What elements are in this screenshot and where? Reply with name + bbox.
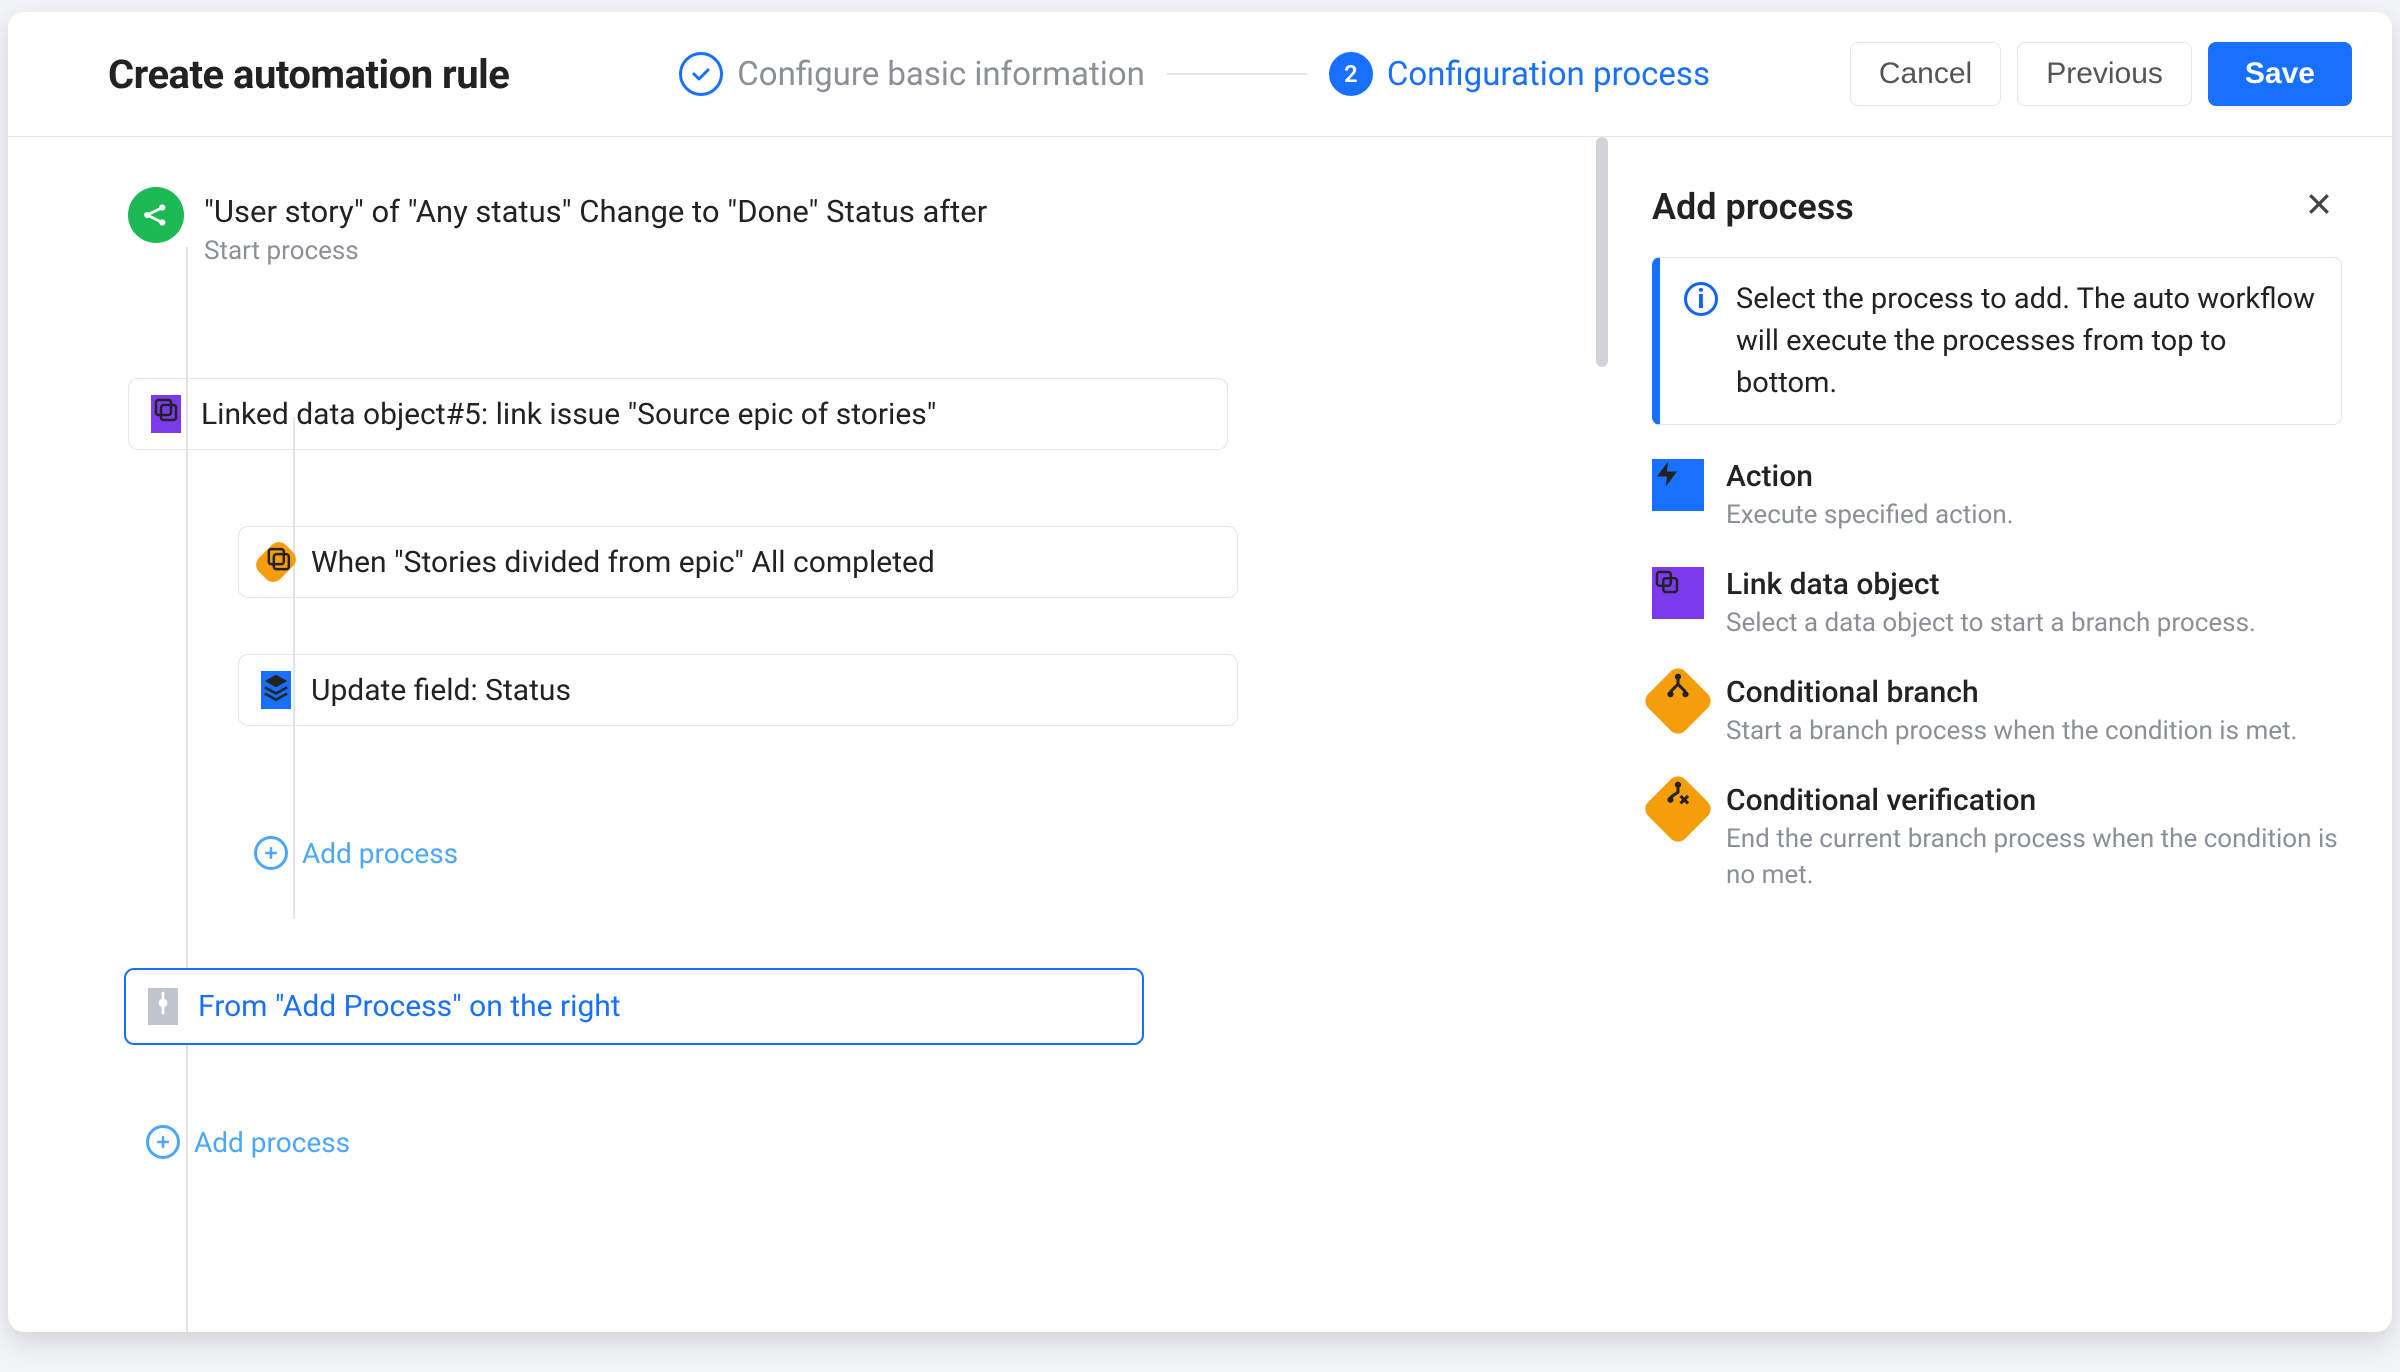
- trigger-title: "User story" of "Any status" Change to "…: [204, 193, 987, 230]
- link-object-icon: [1652, 567, 1704, 619]
- cancel-button[interactable]: Cancel: [1850, 42, 2001, 106]
- add-process-outer-button[interactable]: Add process: [146, 1125, 1552, 1159]
- step-2[interactable]: 2 Configuration process: [1329, 52, 1710, 96]
- modal-window: Create automation rule Configure basic i…: [8, 12, 2392, 1332]
- step-2-label: Configuration process: [1387, 55, 1710, 94]
- step-1[interactable]: Configure basic information: [679, 52, 1145, 96]
- new-process-label: From "Add Process" on the right: [198, 989, 621, 1024]
- option-link-desc: Select a data object to start a branch p…: [1726, 606, 2256, 641]
- update-field-label: Update field: Status: [311, 673, 571, 708]
- update-field-node[interactable]: Update field: Status: [238, 654, 1238, 726]
- option-verify-desc: End the current branch process when the …: [1726, 822, 2342, 892]
- connector-line-outer: [186, 247, 188, 1332]
- linked-data-label: Linked data object#5: link issue "Source…: [201, 397, 936, 432]
- layers-icon: [261, 671, 291, 709]
- option-conditional-branch[interactable]: Conditional branch Start a branch proces…: [1652, 675, 2342, 749]
- plus-circle-icon: [146, 1125, 180, 1159]
- option-branch-desc: Start a branch process when the conditio…: [1726, 714, 2297, 749]
- placeholder-icon: [148, 988, 178, 1025]
- header-bar: Create automation rule Configure basic i…: [8, 12, 2392, 137]
- plus-circle-icon: [254, 836, 288, 870]
- side-panel-title: Add process: [1652, 186, 1854, 228]
- previous-button[interactable]: Previous: [2017, 42, 2192, 106]
- save-button[interactable]: Save: [2208, 42, 2352, 106]
- option-conditional-verification[interactable]: Conditional verification End the current…: [1652, 783, 2342, 892]
- step-divider: [1167, 73, 1307, 75]
- trigger-subtitle: Start process: [204, 236, 987, 266]
- step-1-label: Configure basic information: [737, 55, 1145, 94]
- option-verify-title: Conditional verification: [1726, 783, 2342, 818]
- step-2-number: 2: [1329, 52, 1373, 96]
- condition-label: When "Stories divided from epic" All com…: [311, 545, 935, 580]
- link-object-icon: [151, 395, 181, 433]
- trigger-node[interactable]: "User story" of "Any status" Change to "…: [128, 187, 1552, 266]
- option-action-desc: Execute specified action.: [1726, 498, 2014, 533]
- flow-canvas: "User story" of "Any status" Change to "…: [8, 137, 1612, 1332]
- side-panel: Add process i Select the process to add.…: [1612, 137, 2392, 1332]
- condition-node[interactable]: When "Stories divided from epic" All com…: [238, 526, 1238, 598]
- scrollbar[interactable]: [1596, 137, 1608, 367]
- close-icon[interactable]: [2296, 181, 2342, 233]
- info-text: Select the process to add. The auto work…: [1736, 278, 2317, 404]
- header-actions: Cancel Previous Save: [1850, 42, 2352, 106]
- info-box: i Select the process to add. The auto wo…: [1652, 257, 2342, 425]
- new-process-placeholder[interactable]: From "Add Process" on the right: [124, 968, 1144, 1045]
- branch-icon: [1641, 665, 1715, 739]
- main-area: "User story" of "Any status" Change to "…: [8, 137, 2392, 1332]
- action-icon: [1652, 459, 1704, 511]
- add-process-inner-button[interactable]: Add process: [254, 836, 1552, 870]
- option-link-data-object[interactable]: Link data object Select a data object to…: [1652, 567, 2342, 641]
- page-title: Create automation rule: [108, 51, 509, 98]
- option-action[interactable]: Action Execute specified action.: [1652, 459, 2342, 533]
- info-icon: i: [1684, 282, 1718, 316]
- share-icon: [128, 187, 184, 243]
- stepper: Configure basic information 2 Configurat…: [679, 52, 1710, 96]
- add-process-outer-label: Add process: [194, 1126, 350, 1159]
- option-action-title: Action: [1726, 459, 2014, 494]
- checkmark-icon: [679, 52, 723, 96]
- option-link-title: Link data object: [1726, 567, 2256, 602]
- add-process-inner-label: Add process: [302, 837, 458, 870]
- verification-icon: [1641, 773, 1715, 847]
- option-branch-title: Conditional branch: [1726, 675, 2297, 710]
